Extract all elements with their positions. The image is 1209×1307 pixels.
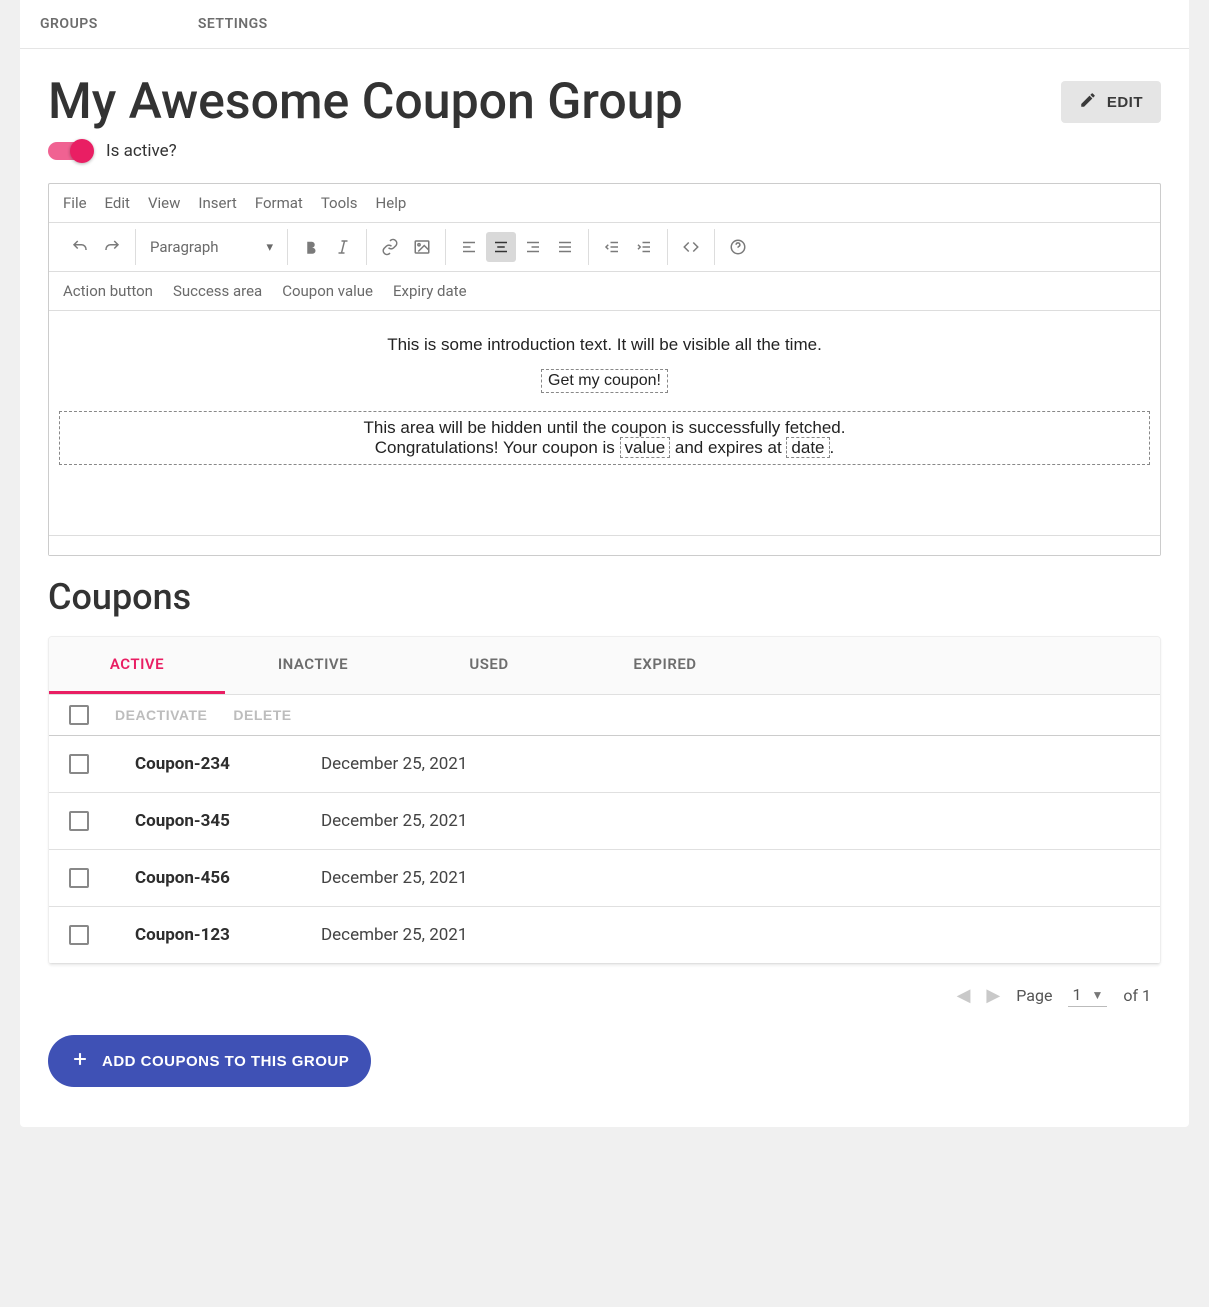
coupon-tab-inactive[interactable]: INACTIVE: [225, 637, 401, 694]
insert-coupon-value[interactable]: Coupon value: [282, 282, 373, 300]
coupon-tab-active[interactable]: ACTIVE: [49, 637, 225, 694]
editor-menu-help[interactable]: Help: [376, 194, 407, 212]
editor-menu-edit[interactable]: Edit: [105, 194, 130, 212]
edit-button-label: EDIT: [1107, 94, 1143, 111]
add-coupons-button[interactable]: ADD COUPONS TO THIS GROUP: [48, 1035, 371, 1087]
chevron-down-icon: ▾: [266, 240, 273, 255]
editor-statusbar: [49, 535, 1160, 555]
insert-expiry-date[interactable]: Expiry date: [393, 282, 467, 300]
align-left-icon[interactable]: [454, 232, 484, 262]
coupon-date: December 25, 2021: [321, 754, 467, 774]
bold-icon[interactable]: [296, 232, 326, 262]
coupon-name: Coupon-345: [135, 811, 295, 831]
editor-intro-text: This is some introduction text. It will …: [59, 335, 1150, 355]
link-icon[interactable]: [375, 232, 405, 262]
editor-hidden-msg: This area will be hidden until the coupo…: [66, 418, 1143, 438]
plus-icon: [70, 1049, 90, 1073]
image-icon[interactable]: [407, 232, 437, 262]
outdent-icon[interactable]: [597, 232, 627, 262]
editor-menu-format[interactable]: Format: [255, 194, 303, 212]
is-active-label: Is active?: [106, 141, 177, 161]
row-checkbox[interactable]: [69, 811, 89, 831]
tab-settings[interactable]: SETTINGS: [198, 0, 328, 48]
editor-value-token: value: [620, 437, 671, 458]
redo-icon[interactable]: [97, 232, 127, 262]
align-right-icon[interactable]: [518, 232, 548, 262]
coupons-heading: Coupons: [48, 576, 1161, 618]
undo-icon[interactable]: [65, 232, 95, 262]
page-of: of 1: [1123, 986, 1151, 1005]
coupon-date: December 25, 2021: [321, 925, 467, 945]
select-all-checkbox[interactable]: [69, 705, 89, 725]
indent-icon[interactable]: [629, 232, 659, 262]
editor-menu-file[interactable]: File: [63, 194, 87, 212]
align-justify-icon[interactable]: [550, 232, 580, 262]
delete-button[interactable]: DELETE: [233, 707, 291, 723]
next-page-icon[interactable]: ▶: [986, 985, 1000, 1006]
editor-menu-insert[interactable]: Insert: [198, 194, 236, 212]
table-row: Coupon-456 December 25, 2021: [49, 850, 1160, 907]
is-active-toggle[interactable]: [48, 142, 92, 160]
coupon-tab-expired[interactable]: EXPIRED: [577, 637, 753, 694]
rich-text-editor: File Edit View Insert Format Tools Help …: [48, 183, 1161, 556]
editor-menu-view[interactable]: View: [148, 194, 180, 212]
paragraph-style-value: Paragraph: [150, 238, 219, 256]
top-tabs: GROUPS SETTINGS: [20, 0, 1189, 49]
insert-success-area[interactable]: Success area: [173, 282, 262, 300]
deactivate-button[interactable]: DEACTIVATE: [115, 707, 207, 723]
insert-action-button[interactable]: Action button: [63, 282, 153, 300]
align-center-icon[interactable]: [486, 232, 516, 262]
italic-icon[interactable]: [328, 232, 358, 262]
coupon-date: December 25, 2021: [321, 811, 467, 831]
table-row: Coupon-123 December 25, 2021: [49, 907, 1160, 964]
tab-groups[interactable]: GROUPS: [40, 0, 158, 48]
coupon-name: Coupon-123: [135, 925, 295, 945]
editor-content[interactable]: This is some introduction text. It will …: [49, 311, 1160, 535]
coupon-tab-used[interactable]: USED: [401, 637, 577, 694]
row-checkbox[interactable]: [69, 754, 89, 774]
coupon-name: Coupon-456: [135, 868, 295, 888]
editor-date-token: date: [786, 437, 829, 458]
table-row: Coupon-345 December 25, 2021: [49, 793, 1160, 850]
paragraph-style-select[interactable]: Paragraph ▾: [144, 238, 279, 256]
prev-page-icon[interactable]: ◀: [957, 985, 971, 1006]
row-checkbox[interactable]: [69, 868, 89, 888]
table-row: Coupon-234 December 25, 2021: [49, 736, 1160, 793]
help-icon[interactable]: [723, 232, 753, 262]
editor-menu-tools[interactable]: Tools: [321, 194, 358, 212]
coupon-date: December 25, 2021: [321, 868, 467, 888]
pencil-icon: [1079, 91, 1097, 113]
edit-button[interactable]: EDIT: [1061, 81, 1161, 123]
coupon-name: Coupon-234: [135, 754, 295, 774]
code-icon[interactable]: [676, 232, 706, 262]
add-coupons-label: ADD COUPONS TO THIS GROUP: [102, 1053, 349, 1070]
editor-success-area: This area will be hidden until the coupo…: [59, 411, 1150, 465]
page-label: Page: [1016, 986, 1052, 1005]
editor-congrats-line: Congratulations! Your coupon is value an…: [66, 438, 1143, 458]
current-page: 1: [1072, 985, 1081, 1004]
page-title: My Awesome Coupon Group: [48, 73, 683, 131]
page-select[interactable]: 1 ▼: [1068, 983, 1107, 1007]
row-checkbox[interactable]: [69, 925, 89, 945]
chevron-down-icon: ▼: [1091, 988, 1103, 1002]
editor-action-chip[interactable]: Get my coupon!: [541, 369, 668, 393]
